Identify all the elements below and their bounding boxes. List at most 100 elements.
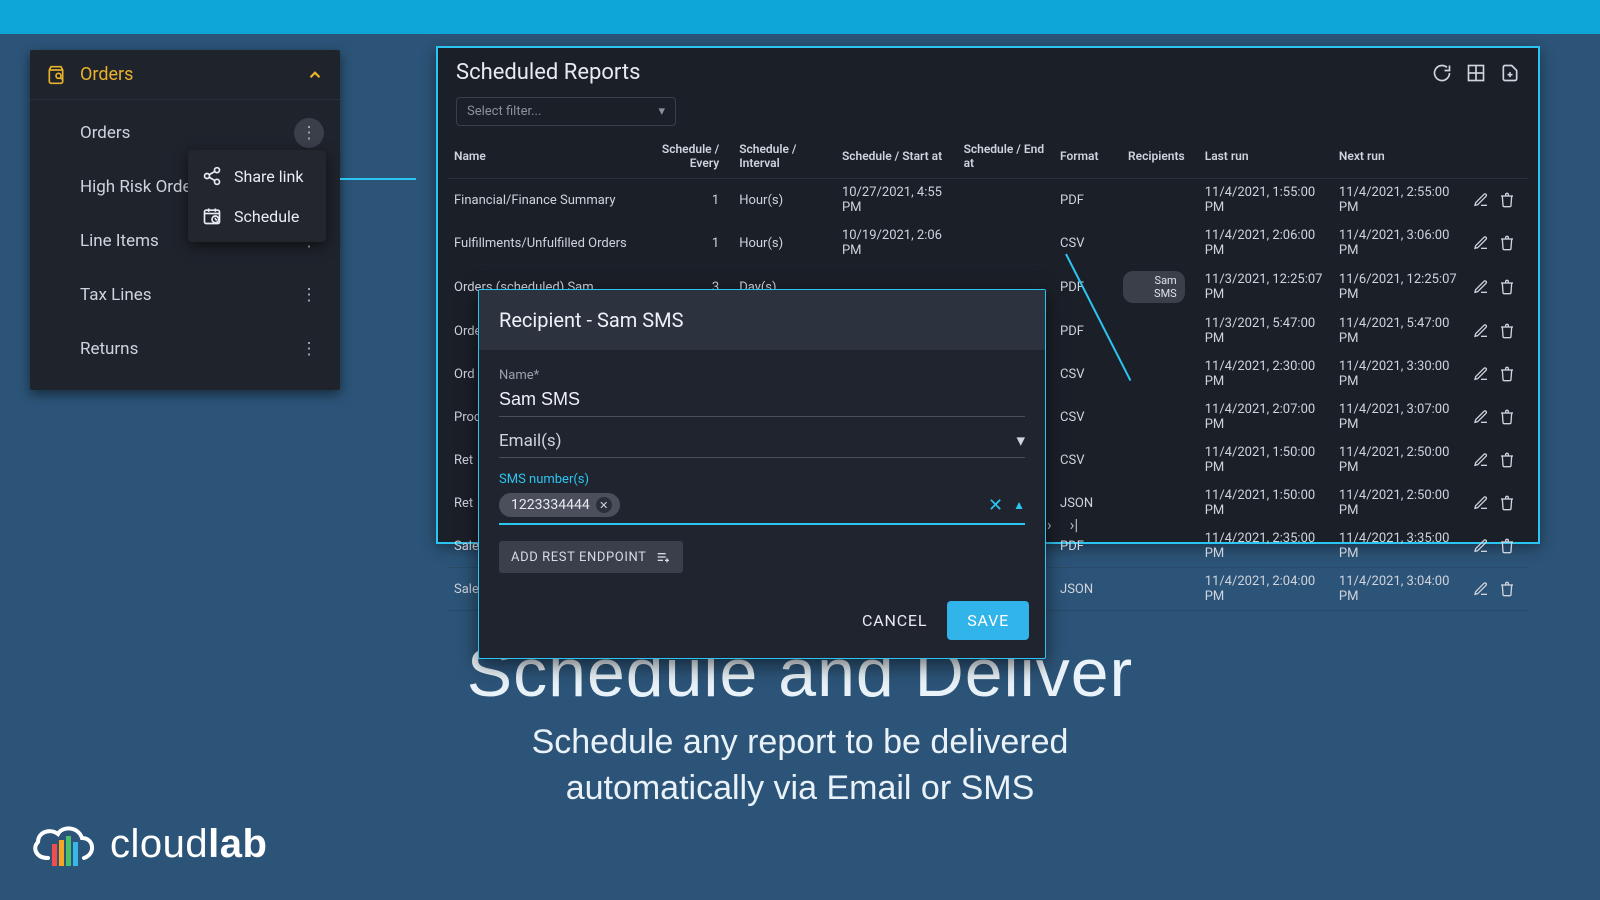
sidebar-item-returns[interactable]: Returns ⋮ [30,322,340,376]
cell: 10/19/2021, 2:06 PM [836,222,958,265]
page-next[interactable]: › [1047,515,1052,534]
panel-title: Scheduled Reports [456,60,640,85]
cell: 11/4/2021, 5:47:00 PM [1333,310,1467,353]
cell: Hour(s) [733,222,836,265]
schedule-label: Schedule [234,207,299,226]
share-link-item[interactable]: Share link [188,156,326,196]
cell: 1 [647,222,733,265]
name-input[interactable] [499,383,1025,417]
more-icon[interactable]: ⋮ [294,118,324,148]
brand-a: cloud [110,822,208,866]
cell: 11/4/2021, 2:06:00 PM [1199,222,1333,265]
cell: 11/4/2021, 1:55:00 PM [1199,179,1333,222]
cell: 11/3/2021, 12:25:07 PM [1199,265,1333,310]
cell: 11/4/2021, 2:50:00 PM [1333,439,1467,482]
sms-input[interactable]: 1223334444 ✕ ✕ ▲ [499,487,1025,525]
more-icon[interactable]: ⋮ [294,280,324,310]
col-last[interactable]: Last run [1199,136,1333,179]
filter-select[interactable]: Select filter... ▾ [456,97,676,126]
add-endpoint-button[interactable]: ADD REST ENDPOINT [499,541,683,573]
cell-recipients: Sam SMS [1117,265,1199,310]
col-next[interactable]: Next run [1333,136,1467,179]
cell-actions [1467,310,1528,353]
hero-line-1: Schedule any report to be delivered [532,723,1069,761]
more-icon[interactable]: ⋮ [294,334,324,364]
edit-icon[interactable] [1473,366,1489,382]
dropdown-arrow-icon: ▾ [1016,431,1025,451]
clear-icon[interactable]: ✕ [988,495,1003,516]
sidebar-item-label: Line Items [80,231,159,251]
cell-recipients [1117,310,1199,353]
edit-icon[interactable] [1473,538,1489,554]
delete-icon[interactable] [1499,495,1515,511]
recipient-chip[interactable]: Sam SMS [1123,271,1185,303]
sms-label: SMS number(s) [499,472,1025,487]
refresh-icon[interactable] [1432,63,1452,83]
sidebar-item-tax-lines[interactable]: Tax Lines⋮ [30,268,340,322]
edit-icon[interactable] [1473,581,1489,597]
cell: 11/4/2021, 2:30:00 PM [1199,353,1333,396]
cell: CSV [1054,222,1117,265]
brand-logo: cloudlab [28,814,267,874]
cancel-button[interactable]: CANCEL [862,611,927,630]
delete-icon[interactable] [1499,409,1515,425]
delete-icon[interactable] [1499,366,1515,382]
edit-icon[interactable] [1473,192,1489,208]
col-start[interactable]: Schedule / Start at [836,136,958,179]
cell: PDF [1054,265,1117,310]
new-report-icon[interactable] [1500,63,1520,83]
cell: 11/4/2021, 2:04:00 PM [1199,568,1333,611]
schedule-item[interactable]: Schedule [188,196,326,236]
filter-placeholder: Select filter... [467,104,541,119]
col-interval[interactable]: Schedule / Interval [733,136,836,179]
save-button[interactable]: SAVE [947,601,1029,640]
cell: 11/4/2021, 2:35:00 PM [1199,525,1333,568]
sms-chip-text: 1223334444 [511,497,590,513]
delete-icon[interactable] [1499,323,1515,339]
edit-icon[interactable] [1473,452,1489,468]
cell-actions [1467,439,1528,482]
cell: CSV [1054,353,1117,396]
sidebar-header[interactable]: Orders [30,50,340,99]
edit-icon[interactable] [1473,235,1489,251]
cell-actions [1467,265,1528,310]
top-accent-bar [0,0,1600,34]
edit-icon[interactable] [1473,323,1489,339]
name-label: Name* [499,368,1025,383]
delete-icon[interactable] [1499,538,1515,554]
cell: CSV [1054,396,1117,439]
delete-icon[interactable] [1499,581,1515,597]
delete-icon[interactable] [1499,192,1515,208]
edit-icon[interactable] [1473,495,1489,511]
edit-icon[interactable] [1473,409,1489,425]
edit-icon[interactable] [1473,279,1489,295]
delete-icon[interactable] [1499,452,1515,468]
col-every[interactable]: Schedule / Every [647,136,733,179]
grid-icon[interactable] [1466,63,1486,83]
delete-icon[interactable] [1499,279,1515,295]
emails-select[interactable]: Email(s) ▾ [499,417,1025,458]
caret-up-icon[interactable]: ▲ [1013,498,1025,512]
delete-icon[interactable] [1499,235,1515,251]
recipient-modal: Recipient - Sam SMS Name* Email(s) ▾ SMS… [478,289,1046,659]
cell: 11/4/2021, 3:04:00 PM [1333,568,1467,611]
sidebar-item-label: Returns [80,339,138,359]
chip-remove-icon[interactable]: ✕ [596,497,612,513]
cell [958,222,1054,265]
sms-chip: 1223334444 ✕ [499,493,620,517]
cell-actions [1467,482,1528,525]
cell: 11/3/2021, 5:47:00 PM [1199,310,1333,353]
col-format[interactable]: Format [1054,136,1117,179]
cell-recipients [1117,222,1199,265]
cell: 11/4/2021, 1:50:00 PM [1199,482,1333,525]
cell: 11/4/2021, 2:07:00 PM [1199,396,1333,439]
page-last[interactable]: ›| [1070,515,1079,534]
col-recipients[interactable]: Recipients [1117,136,1199,179]
shopping-bag-icon [44,65,68,85]
cell-recipients [1117,439,1199,482]
cell-recipients [1117,482,1199,525]
col-end[interactable]: Schedule / End at [958,136,1054,179]
col-name[interactable]: Name [448,136,647,179]
cell: 10/27/2021, 4:55 PM [836,179,958,222]
emails-label: Email(s) [499,431,562,451]
